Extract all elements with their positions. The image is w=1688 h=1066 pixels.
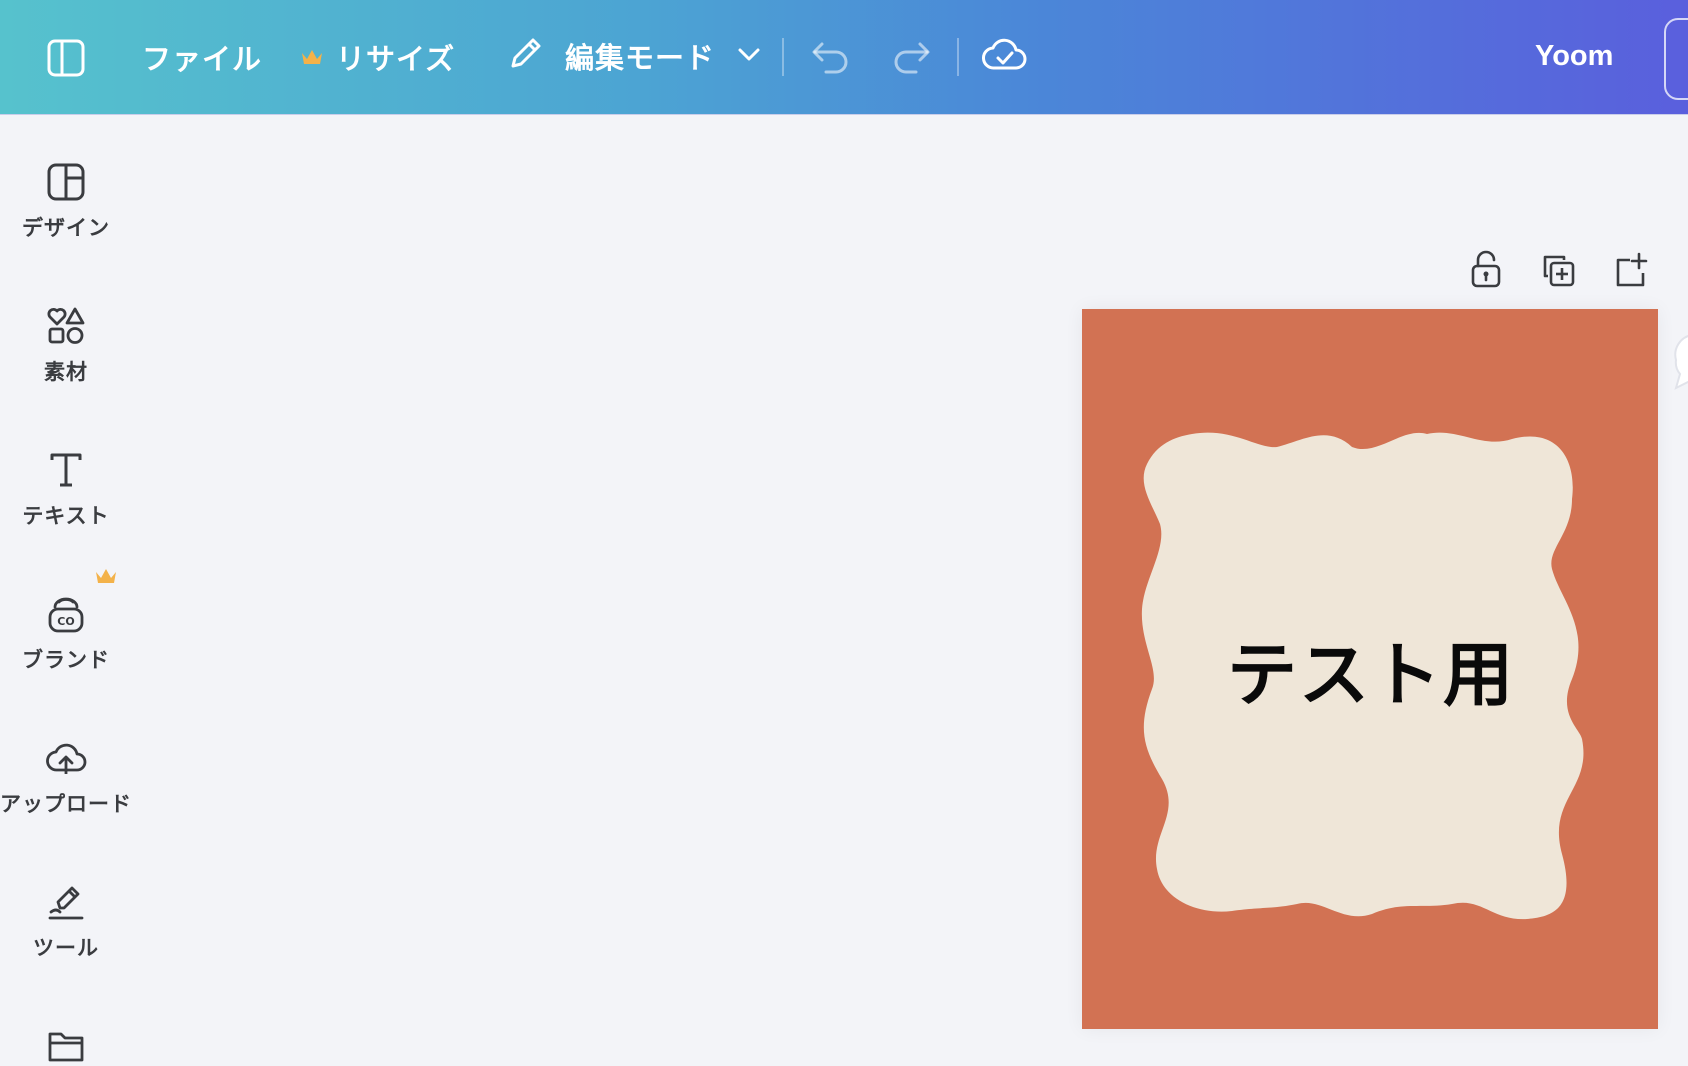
redo-button[interactable]: [890, 36, 932, 80]
chevron-down-icon: [735, 40, 763, 72]
sidebar-item-label: アップロード: [0, 792, 132, 816]
sidebar-item-label: テキスト: [22, 504, 110, 528]
top-toolbar: ファイル リサイズ 編集モード Yoom: [0, 0, 1688, 115]
brand-icon: CO: [48, 597, 84, 633]
folder-icon: [48, 1032, 84, 1062]
duplicate-page-button[interactable]: [1542, 254, 1576, 292]
toolbar-divider: [782, 38, 784, 76]
svg-text:CO: CO: [57, 615, 74, 628]
chat-bubble-icon[interactable]: [1672, 330, 1688, 404]
sidebar-item-label: 素材: [44, 360, 88, 384]
edit-mode-dropdown[interactable]: 編集モード: [505, 34, 763, 78]
add-page-icon: [1616, 252, 1648, 287]
cloud-upload-icon: [46, 743, 87, 774]
sidebar-item-label: ブランド: [22, 648, 110, 672]
elements-shapes-icon: [47, 307, 85, 344]
design-layout-icon: [47, 163, 85, 201]
pencil-icon: [505, 34, 545, 78]
undo-icon: [810, 36, 852, 80]
file-menu-label: ファイル: [142, 42, 263, 76]
sidebar-item-brand[interactable]: CO ブランド: [0, 594, 132, 674]
page-heading-text[interactable]: テスト用: [1082, 309, 1658, 1029]
sidebar-item-design[interactable]: デザイン: [0, 162, 132, 242]
edit-mode-label: 編集モード: [565, 41, 716, 75]
crown-icon: [94, 566, 118, 590]
resize-label: リサイズ: [336, 42, 456, 76]
text-t-icon: [50, 453, 82, 487]
sidebar-item-text[interactable]: テキスト: [0, 450, 132, 530]
duplicate-page-icon: [1543, 255, 1575, 287]
resize-button[interactable]: リサイズ: [300, 36, 455, 78]
sidebar-item-uploads[interactable]: アップロード: [0, 738, 132, 818]
lock-icon: [1471, 250, 1501, 288]
undo-button[interactable]: [810, 36, 852, 80]
file-menu-button[interactable]: ファイル: [142, 36, 262, 78]
sidebar-item-label: ツール: [33, 936, 99, 960]
toolbar-divider: [957, 38, 959, 76]
crown-icon: [300, 47, 324, 67]
user-name-label: Yoom: [1535, 40, 1614, 72]
sidebar-toggle-icon[interactable]: [46, 38, 86, 78]
redo-icon: [890, 36, 932, 80]
design-page[interactable]: テスト用: [1082, 309, 1658, 1029]
share-button[interactable]: [1664, 18, 1688, 100]
sidebar-item-tools[interactable]: ツール: [0, 882, 132, 962]
cloud-check-icon: [982, 34, 1028, 80]
sidebar-item-label: デザイン: [22, 216, 110, 240]
user-name-button[interactable]: Yoom: [1535, 40, 1613, 73]
lock-page-button[interactable]: [1470, 250, 1502, 292]
pen-tool-icon: [48, 886, 84, 920]
sidebar-item-projects[interactable]: [0, 1026, 132, 1066]
save-status-button[interactable]: [982, 34, 1028, 80]
sidebar-item-elements[interactable]: 素材: [0, 306, 132, 386]
add-page-button[interactable]: [1614, 252, 1648, 292]
